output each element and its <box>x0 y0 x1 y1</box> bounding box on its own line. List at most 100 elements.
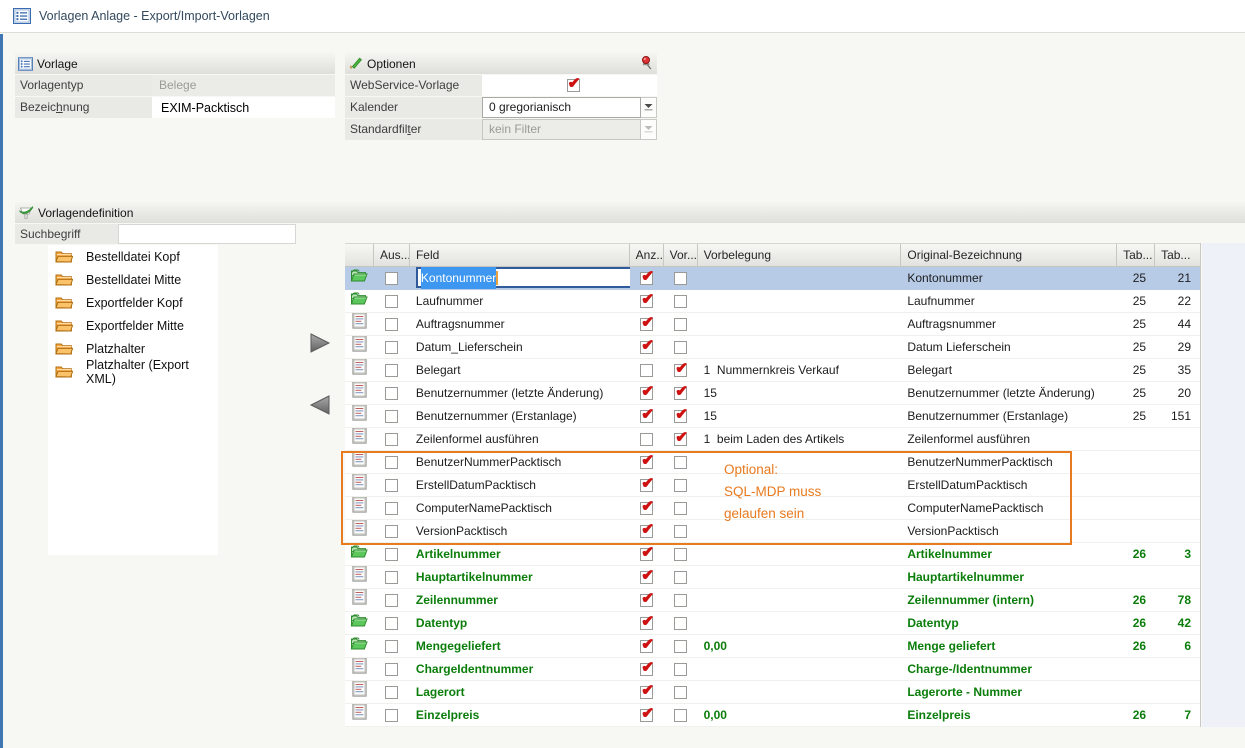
table-row[interactable]: VersionPacktischVersionPacktisch <box>345 520 1200 543</box>
table-row[interactable]: ChargeIdentnummerCharge-/Identnummer <box>345 658 1200 681</box>
aus-checkbox[interactable] <box>385 456 398 469</box>
table-row[interactable]: AuftragsnummerAuftragsnummer2544 <box>345 313 1200 336</box>
table-row[interactable]: Mengegeliefert0,00Menge geliefert266 <box>345 635 1200 658</box>
vorbelegung-checkbox[interactable] <box>674 410 687 423</box>
aus-checkbox[interactable] <box>385 663 398 676</box>
aus-checkbox[interactable] <box>385 548 398 561</box>
aus-checkbox[interactable] <box>385 640 398 653</box>
aus-checkbox[interactable] <box>385 318 398 331</box>
aus-checkbox[interactable] <box>385 479 398 492</box>
column-header-tab1[interactable]: Tab... <box>1117 244 1155 266</box>
vorbelegung-checkbox[interactable] <box>674 295 687 308</box>
table-row[interactable]: ComputerNamePacktischComputerNamePacktis… <box>345 497 1200 520</box>
anzeigen-checkbox[interactable] <box>640 295 653 308</box>
aus-checkbox[interactable] <box>385 686 398 699</box>
anzeigen-checkbox[interactable] <box>640 686 653 699</box>
vorbelegung-checkbox[interactable] <box>674 663 687 676</box>
table-row[interactable]: Einzelpreis0,00Einzelpreis267 <box>345 704 1200 727</box>
anzeigen-checkbox[interactable] <box>640 456 653 469</box>
table-row[interactable]: Zeilenformel ausführen1 beim Laden des A… <box>345 428 1200 451</box>
aus-checkbox[interactable] <box>385 525 398 538</box>
vorbelegung-checkbox[interactable] <box>674 479 687 492</box>
anzeigen-checkbox[interactable] <box>640 594 653 607</box>
kalender-select[interactable]: 0 gregorianisch <box>482 97 641 118</box>
vorbelegung-checkbox[interactable] <box>674 433 687 446</box>
move-right-button[interactable] <box>307 332 333 356</box>
column-header-feld[interactable]: Feld <box>410 244 630 266</box>
aus-checkbox[interactable] <box>385 387 398 400</box>
aus-checkbox[interactable] <box>385 410 398 423</box>
table-row[interactable]: ErstellDatumPacktischErstellDatumPacktis… <box>345 474 1200 497</box>
column-header-aus[interactable]: Aus... <box>374 244 410 266</box>
table-row[interactable]: Datum_LieferscheinDatum Lieferschein2529 <box>345 336 1200 359</box>
table-row[interactable]: HauptartikelnummerHauptartikelnummer <box>345 566 1200 589</box>
anzeigen-checkbox[interactable] <box>640 364 653 377</box>
column-header-vor[interactable]: Vor... <box>664 244 698 266</box>
vorbelegung-checkbox[interactable] <box>674 686 687 699</box>
folder-item[interactable]: Exportfelder Mitte <box>48 314 218 337</box>
table-row[interactable]: Belegart1 Nummernkreis VerkaufBelegart25… <box>345 359 1200 382</box>
vorbelegung-checkbox[interactable] <box>674 318 687 331</box>
aus-checkbox[interactable] <box>385 272 398 285</box>
table-row[interactable]: KontonummerKontonummer2521 <box>345 267 1200 290</box>
vorbelegung-checkbox[interactable] <box>674 640 687 653</box>
webservice-checkbox[interactable] <box>567 79 580 92</box>
vorbelegung-checkbox[interactable] <box>674 525 687 538</box>
aus-checkbox[interactable] <box>385 502 398 515</box>
aus-checkbox[interactable] <box>385 341 398 354</box>
aus-checkbox[interactable] <box>385 295 398 308</box>
anzeigen-checkbox[interactable] <box>640 433 653 446</box>
vorbelegung-checkbox[interactable] <box>674 709 687 722</box>
table-row[interactable]: ZeilennummerZeilennummer (intern)2678 <box>345 589 1200 612</box>
anzeigen-checkbox[interactable] <box>640 663 653 676</box>
anzeigen-checkbox[interactable] <box>640 410 653 423</box>
vorbelegung-checkbox[interactable] <box>674 456 687 469</box>
anzeigen-checkbox[interactable] <box>640 709 653 722</box>
table-row[interactable]: Benutzernummer (Erstanlage)15Benutzernum… <box>345 405 1200 428</box>
anzeigen-checkbox[interactable] <box>640 479 653 492</box>
column-header-vorbelegung[interactable]: Vorbelegung <box>698 244 902 266</box>
anzeigen-checkbox[interactable] <box>640 617 653 630</box>
feld-edit-input[interactable]: Kontonummer <box>416 267 630 288</box>
anzeigen-checkbox[interactable] <box>640 387 653 400</box>
column-header-icon[interactable] <box>345 244 374 266</box>
vorbelegung-checkbox[interactable] <box>674 617 687 630</box>
anzeigen-checkbox[interactable] <box>640 502 653 515</box>
vorbelegung-checkbox[interactable] <box>674 387 687 400</box>
table-row[interactable]: BenutzerNummerPacktischBenutzerNummerPac… <box>345 451 1200 474</box>
bezeichnung-input[interactable] <box>159 97 335 118</box>
vorbelegung-checkbox[interactable] <box>674 571 687 584</box>
anzeigen-checkbox[interactable] <box>640 640 653 653</box>
aus-checkbox[interactable] <box>385 594 398 607</box>
pushpin-icon[interactable] <box>640 56 652 77</box>
anzeigen-checkbox[interactable] <box>640 548 653 561</box>
anzeigen-checkbox[interactable] <box>640 318 653 331</box>
aus-checkbox[interactable] <box>385 709 398 722</box>
aus-checkbox[interactable] <box>385 617 398 630</box>
folder-item[interactable]: Bestelldatei Mitte <box>48 268 218 291</box>
anzeigen-checkbox[interactable] <box>640 341 653 354</box>
anzeigen-checkbox[interactable] <box>640 272 653 285</box>
table-row[interactable]: LagerortLagerorte - Nummer <box>345 681 1200 704</box>
column-header-anz[interactable]: Anz... <box>630 244 664 266</box>
suchbegriff-input[interactable] <box>119 225 295 243</box>
table-row[interactable]: ArtikelnummerArtikelnummer263 <box>345 543 1200 566</box>
table-row[interactable]: Benutzernummer (letzte Änderung)15Benutz… <box>345 382 1200 405</box>
folder-item[interactable]: Bestelldatei Kopf <box>48 245 218 268</box>
folder-item[interactable]: Exportfelder Kopf <box>48 291 218 314</box>
vorbelegung-checkbox[interactable] <box>674 502 687 515</box>
kalender-dropdown-button[interactable] <box>641 97 657 118</box>
folder-item[interactable]: Platzhalter (Export XML) <box>48 360 218 383</box>
vorbelegung-checkbox[interactable] <box>674 548 687 561</box>
vorbelegung-checkbox[interactable] <box>674 272 687 285</box>
move-left-button[interactable] <box>307 394 333 418</box>
aus-checkbox[interactable] <box>385 364 398 377</box>
aus-checkbox[interactable] <box>385 433 398 446</box>
anzeigen-checkbox[interactable] <box>640 571 653 584</box>
column-header-tab2[interactable]: Tab... <box>1155 244 1200 266</box>
anzeigen-checkbox[interactable] <box>640 525 653 538</box>
vorbelegung-checkbox[interactable] <box>674 364 687 377</box>
table-row[interactable]: LaufnummerLaufnummer2522 <box>345 290 1200 313</box>
vorbelegung-checkbox[interactable] <box>674 341 687 354</box>
column-header-original[interactable]: Original-Bezeichnung <box>901 244 1117 266</box>
